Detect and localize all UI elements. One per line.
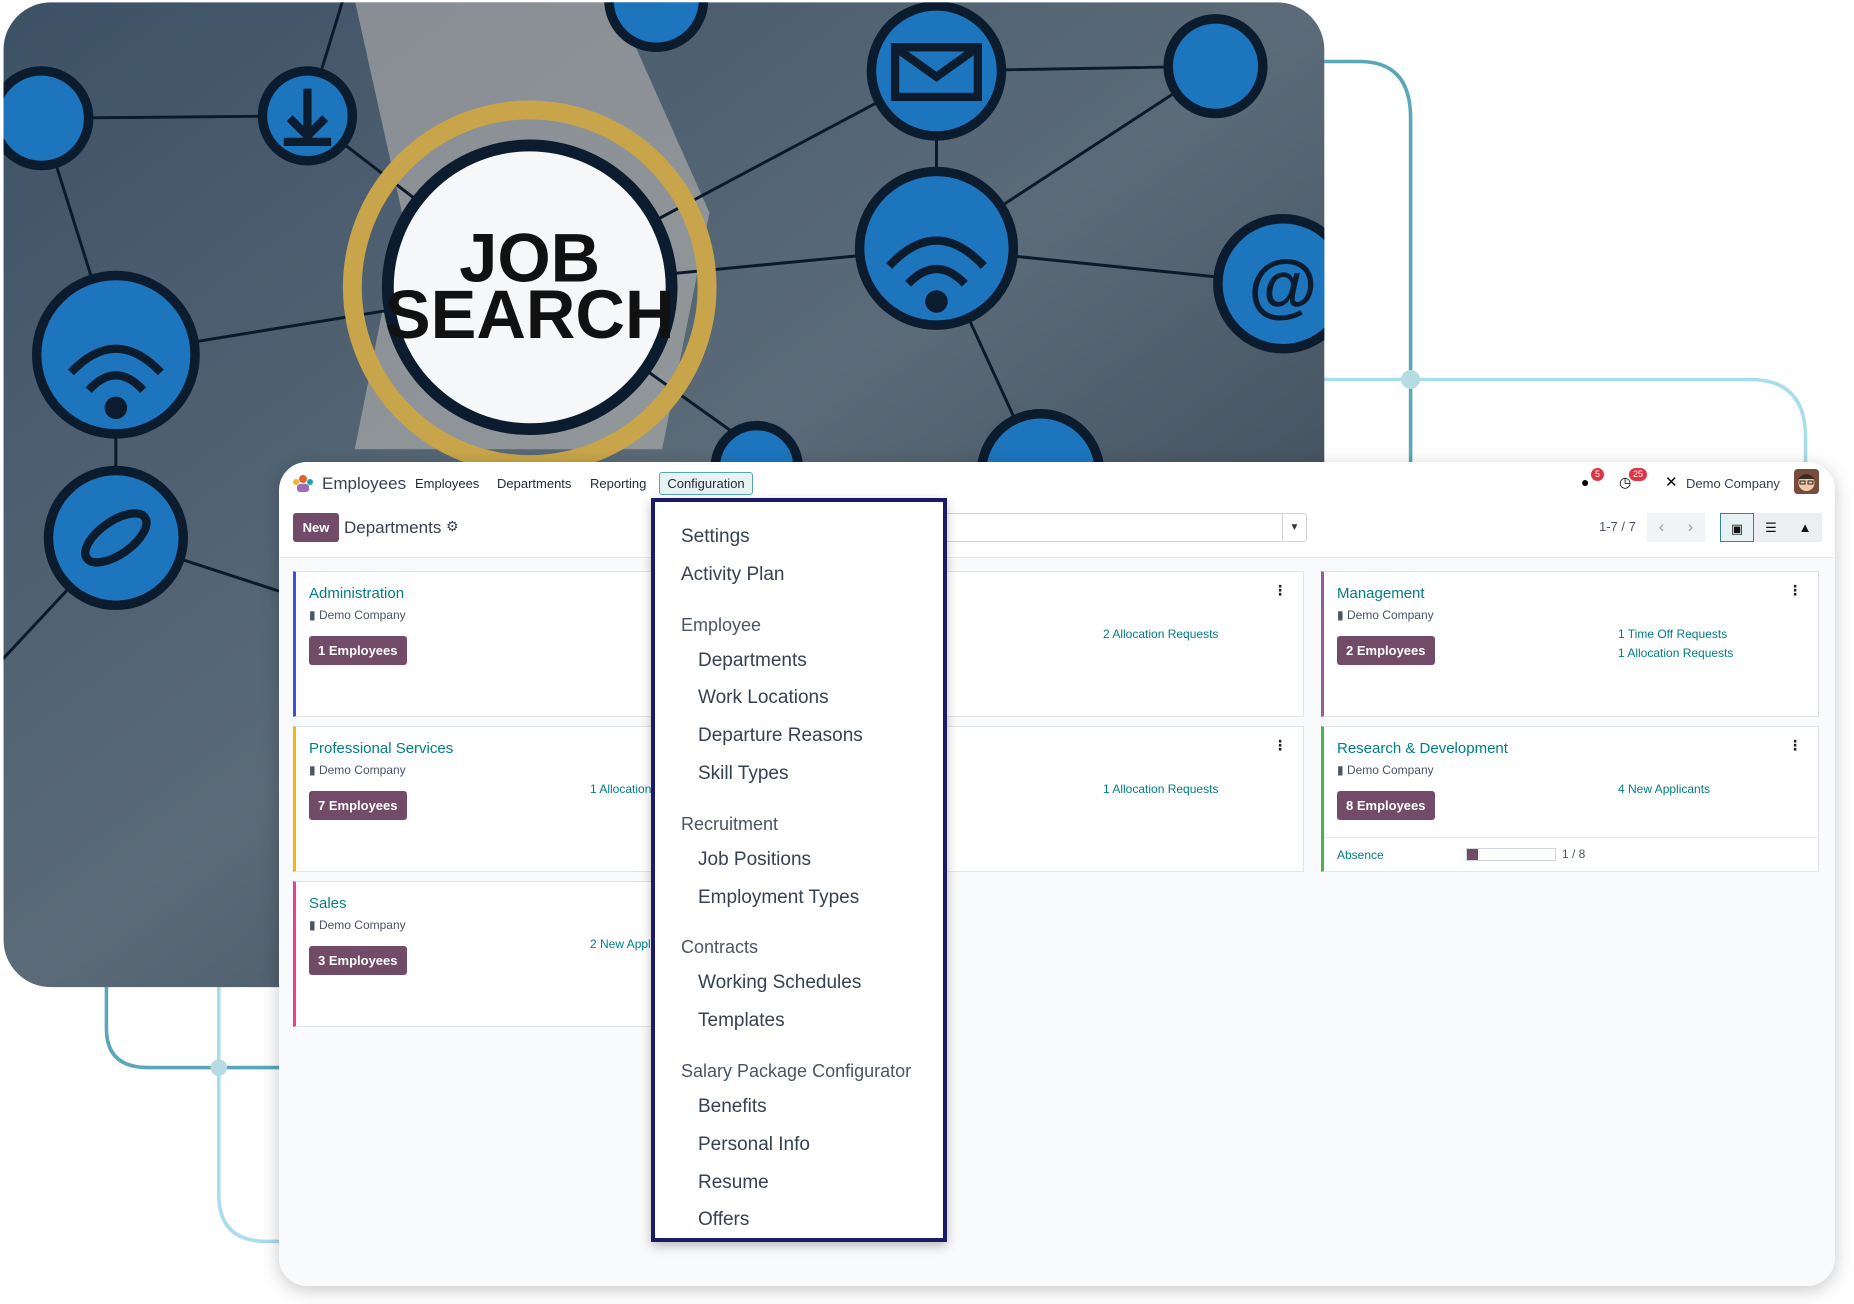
employees-app-icon[interactable] <box>291 474 315 492</box>
hero-headline-2: SEARCH <box>385 276 675 353</box>
activities-button[interactable]: ◷ 25 <box>1619 468 1648 491</box>
menu-configuration[interactable]: Configuration <box>659 472 753 495</box>
department-name[interactable]: Professional Services <box>309 740 453 757</box>
absence-label[interactable]: Absence <box>1337 848 1384 862</box>
absence-value: 1 / 8 <box>1562 847 1586 861</box>
list-view-button[interactable]: ☰ <box>1754 513 1788 542</box>
card-link[interactable]: 4 New Applicants <box>1618 782 1710 796</box>
menu-item-resume[interactable]: Resume <box>655 1164 943 1202</box>
line-node <box>210 1059 228 1076</box>
department-name[interactable]: Management <box>1337 585 1425 602</box>
menu-reporting[interactable]: Reporting <box>590 476 646 491</box>
card-link[interactable]: 1 Allocation Requests <box>1103 782 1218 796</box>
kebab-menu-icon[interactable]: ⋮ <box>1788 582 1802 599</box>
app-window: Employees Employees Departments Reportin… <box>279 462 1835 1286</box>
menu-section-header: Recruitment <box>681 813 779 834</box>
menu-item-personal-info[interactable]: Personal Info <box>655 1126 943 1164</box>
menu-item-job-positions[interactable]: Job Positions <box>655 841 943 879</box>
card-link[interactable]: 1 Time Off Requests <box>1618 627 1727 641</box>
kebab-menu-icon[interactable]: ⋮ <box>1273 737 1287 754</box>
department-name[interactable]: Administration <box>309 585 404 602</box>
navbar: Employees Employees Departments Reportin… <box>279 462 1835 505</box>
menu-item-settings[interactable]: Settings <box>655 518 943 556</box>
chat-icon: ● <box>1581 474 1590 490</box>
company-name: Demo Company <box>1346 608 1434 622</box>
gear-icon[interactable]: ⚙ <box>446 518 459 535</box>
messages-button[interactable]: ● 5 <box>1581 468 1605 490</box>
divider <box>1324 837 1818 838</box>
chevron-down-icon[interactable]: ▼ <box>1282 514 1306 541</box>
department-name[interactable]: Research & Development <box>1337 740 1508 757</box>
kebab-menu-icon[interactable]: ⋮ <box>1273 582 1287 599</box>
company-name: Demo Company <box>318 608 406 622</box>
menu-item-employment-types[interactable]: Employment Types <box>655 879 943 917</box>
pager-value[interactable]: 1-7 / 7 <box>1599 519 1636 534</box>
menu-item-departure-reasons[interactable]: Departure Reasons <box>655 717 943 755</box>
new-button[interactable]: New <box>293 513 339 542</box>
card-link[interactable]: 2 Allocation Requests <box>1103 627 1218 641</box>
menu-item-working-schedules[interactable]: Working Schedules <box>655 964 943 1002</box>
menu-item-benefits[interactable]: Benefits <box>655 1088 943 1126</box>
menu-section-header: Salary Package Configurator <box>681 1060 912 1081</box>
employees-button[interactable]: 2 Employees <box>1337 636 1435 665</box>
messages-badge: 5 <box>1591 468 1605 481</box>
company-label: ▮ Demo Company <box>309 608 406 622</box>
menu-item-departments[interactable]: Departments <box>655 642 943 680</box>
kebab-menu-icon[interactable]: ⋮ <box>1788 737 1802 754</box>
menu-employees[interactable]: Employees <box>415 476 479 491</box>
company-label: ▮ Demo Company <box>1337 763 1434 777</box>
employees-button[interactable]: 7 Employees <box>309 791 407 820</box>
menu-item-activity-plan[interactable]: Activity Plan <box>655 556 943 594</box>
department-card[interactable]: Management ▮ Demo Company 2 Employees 1 Tim… <box>1321 571 1819 717</box>
menu-item-skill-types[interactable]: Skill Types <box>655 755 943 793</box>
app-name[interactable]: Employees <box>322 474 406 494</box>
company-name: Demo Company <box>318 763 406 777</box>
company-name: Demo Company <box>1346 763 1434 777</box>
line-node <box>1401 370 1421 389</box>
company-label: ▮ Demo Company <box>309 763 406 777</box>
company-label: ▮ Demo Company <box>309 918 406 932</box>
company-name: Demo Company <box>318 918 406 932</box>
menu-departments[interactable]: Departments <box>497 476 571 491</box>
at-icon: @ <box>1248 247 1317 326</box>
menu-item-templates[interactable]: Templates <box>655 1002 943 1040</box>
menu-section-header: Employee <box>681 614 762 635</box>
employees-button[interactable]: 1 Employees <box>309 636 407 665</box>
activities-badge: 25 <box>1629 468 1648 481</box>
employees-button[interactable]: 8 Employees <box>1337 791 1435 820</box>
configuration-dropdown: Settings Activity Plan Employee Departments… <box>651 498 947 1242</box>
tools-icon[interactable]: ✕ <box>1665 473 1678 491</box>
kanban-view-button[interactable]: ▣ <box>1720 513 1754 542</box>
department-card[interactable]: Research & Development ▮ Demo Company 8 Em… <box>1321 726 1819 872</box>
menu-section-header: Contracts <box>681 937 759 958</box>
kanban-content: Administration ▮ Demo Company 1 Employees ⋮… <box>279 559 1835 1286</box>
menu-item-offers[interactable]: Offers <box>655 1201 943 1239</box>
pager-previous-button[interactable]: ‹ <box>1647 513 1676 542</box>
card-link[interactable]: 1 Allocation Requests <box>1618 646 1733 660</box>
user-avatar[interactable] <box>1794 469 1819 494</box>
hierarchy-view-button[interactable]: ▲ <box>1788 513 1822 542</box>
menu-item-work-locations[interactable]: Work Locations <box>655 679 943 717</box>
employees-button[interactable]: 3 Employees <box>309 946 407 975</box>
company-switcher[interactable]: Demo Company <box>1686 476 1780 491</box>
company-label: ▮ Demo Company <box>1337 608 1434 622</box>
pager-next-button[interactable]: › <box>1676 513 1705 542</box>
absence-progress-bar <box>1466 848 1556 861</box>
page-title: Departments <box>344 518 442 537</box>
department-name[interactable]: Sales <box>309 895 347 912</box>
control-panel: New Departments ⚙ ▼ 1-7 / 7 ‹ › ▣ ☰ ▲ <box>279 505 1835 558</box>
